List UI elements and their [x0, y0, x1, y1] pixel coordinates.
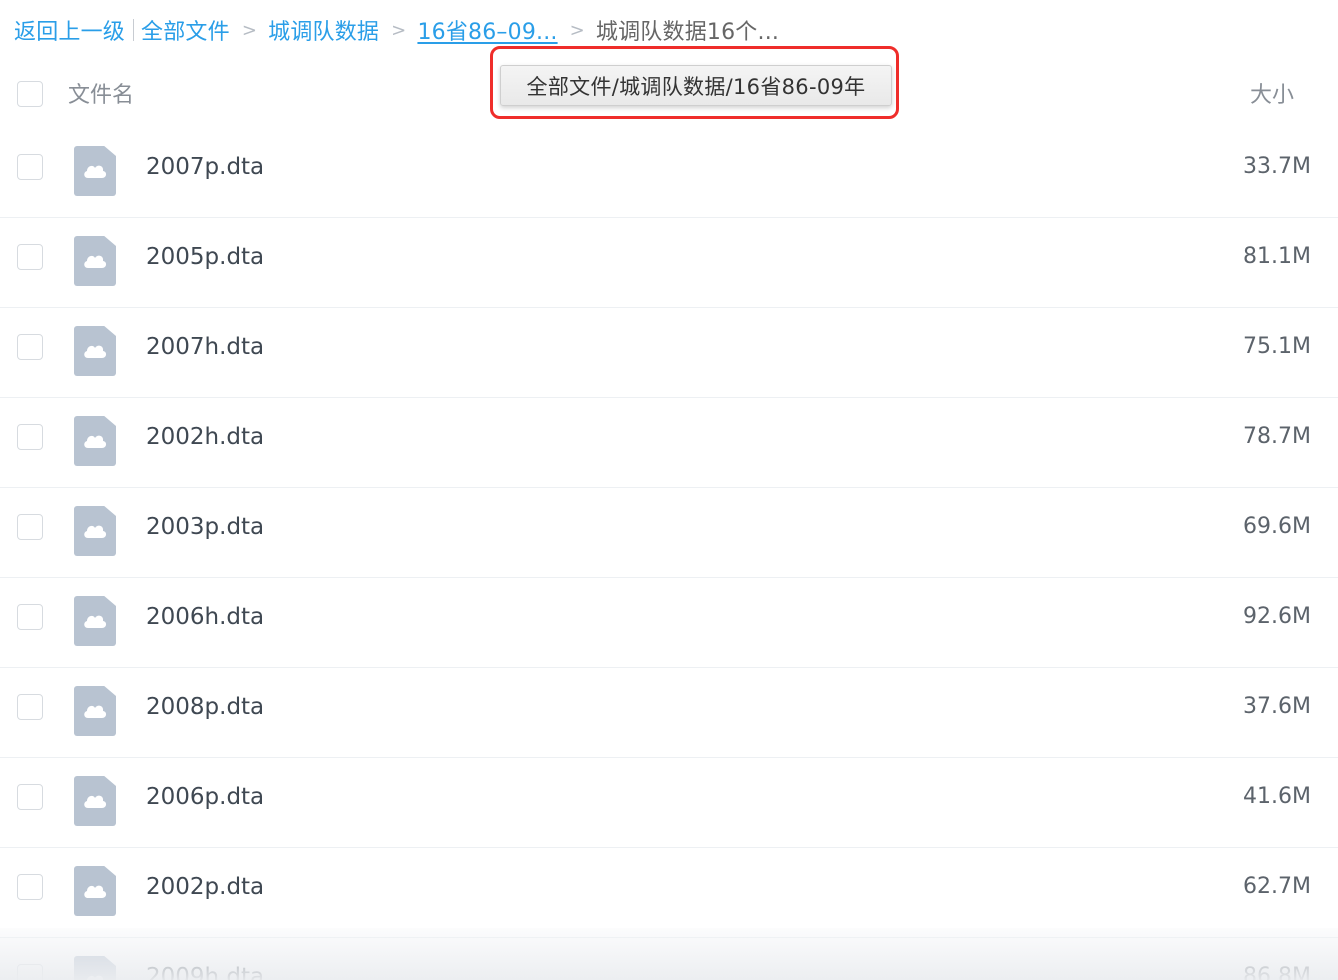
row-checkbox[interactable]: [17, 694, 43, 720]
breadcrumb-item-16-provinces[interactable]: 16省86–09...: [417, 14, 557, 46]
file-row[interactable]: 2002p.dta 62.7M: [0, 848, 1338, 938]
file-row[interactable]: 2002h.dta 78.7M: [0, 398, 1338, 488]
breadcrumb: 返回上一级 全部文件 > 城调队数据 > 16省86–09... > 城调队数据…: [14, 13, 779, 47]
back-link[interactable]: 返回上一级: [14, 14, 125, 46]
row-checkbox[interactable]: [17, 604, 43, 630]
file-size: 75.1M: [1243, 334, 1311, 359]
file-row[interactable]: 2006h.dta 92.6M: [0, 578, 1338, 668]
file-cloud-icon: [74, 866, 116, 916]
highlight-annotation: [490, 46, 899, 119]
file-size: 86.8M: [1243, 964, 1311, 980]
row-checkbox[interactable]: [17, 874, 43, 900]
file-row[interactable]: 2006p.dta 41.6M: [0, 758, 1338, 848]
breadcrumb-divider: [133, 19, 135, 41]
file-size: 37.6M: [1243, 694, 1311, 719]
file-cloud-icon: [74, 236, 116, 286]
file-size: 41.6M: [1243, 784, 1311, 809]
file-cloud-icon: [74, 776, 116, 826]
file-size: 62.7M: [1243, 874, 1311, 899]
file-cloud-icon: [74, 146, 116, 196]
file-name[interactable]: 2005p.dta: [146, 244, 264, 270]
file-name[interactable]: 2007h.dta: [146, 334, 264, 360]
file-name[interactable]: 2009h.dta: [146, 964, 264, 980]
file-cloud-icon: [74, 506, 116, 556]
column-header-size[interactable]: 大小: [1250, 77, 1294, 109]
row-checkbox[interactable]: [17, 244, 43, 270]
file-size: 33.7M: [1243, 154, 1311, 179]
file-cloud-icon: [74, 326, 116, 376]
select-all-checkbox[interactable]: [17, 81, 43, 107]
row-checkbox[interactable]: [17, 784, 43, 810]
file-row[interactable]: 2005p.dta 81.1M: [0, 218, 1338, 308]
file-row[interactable]: 2007h.dta 75.1M: [0, 308, 1338, 398]
row-checkbox[interactable]: [17, 514, 43, 540]
breadcrumb-item-all-files[interactable]: 全部文件: [141, 14, 230, 46]
file-row[interactable]: 2009h.dta 86.8M: [0, 938, 1338, 980]
file-cloud-icon: [74, 416, 116, 466]
file-size: 78.7M: [1243, 424, 1311, 449]
row-checkbox[interactable]: [17, 154, 43, 180]
row-checkbox[interactable]: [17, 964, 43, 980]
file-name[interactable]: 2007p.dta: [146, 154, 264, 180]
file-cloud-icon: [74, 596, 116, 646]
file-size: 92.6M: [1243, 604, 1311, 629]
row-checkbox[interactable]: [17, 424, 43, 450]
column-header-name[interactable]: 文件名: [68, 77, 134, 109]
file-name[interactable]: 2002h.dta: [146, 424, 264, 450]
row-checkbox[interactable]: [17, 334, 43, 360]
breadcrumb-item-city-survey[interactable]: 城调队数据: [268, 14, 379, 46]
breadcrumb-current: 城调队数据16个...: [595, 20, 780, 45]
file-cloud-icon: [74, 956, 116, 980]
file-name[interactable]: 2006h.dta: [146, 604, 264, 630]
file-name[interactable]: 2002p.dta: [146, 874, 264, 900]
breadcrumb-separator: >: [241, 19, 258, 41]
file-name[interactable]: 2008p.dta: [146, 694, 264, 720]
file-list: 2007p.dta 33.7M 2005p.dta 81.1M 2007h.dta 75.…: [0, 128, 1338, 980]
file-row[interactable]: 2003p.dta 69.6M: [0, 488, 1338, 578]
file-name[interactable]: 2006p.dta: [146, 784, 264, 810]
file-row[interactable]: 2007p.dta 33.7M: [0, 128, 1338, 218]
file-cloud-icon: [74, 686, 116, 736]
file-size: 69.6M: [1243, 514, 1311, 539]
file-row[interactable]: 2008p.dta 37.6M: [0, 668, 1338, 758]
file-size: 81.1M: [1243, 244, 1311, 269]
file-browser: 返回上一级 全部文件 > 城调队数据 > 16省86–09... > 城调队数据…: [0, 0, 1338, 980]
breadcrumb-separator: >: [569, 19, 585, 41]
file-name[interactable]: 2003p.dta: [146, 514, 264, 540]
breadcrumb-separator: >: [391, 19, 407, 41]
